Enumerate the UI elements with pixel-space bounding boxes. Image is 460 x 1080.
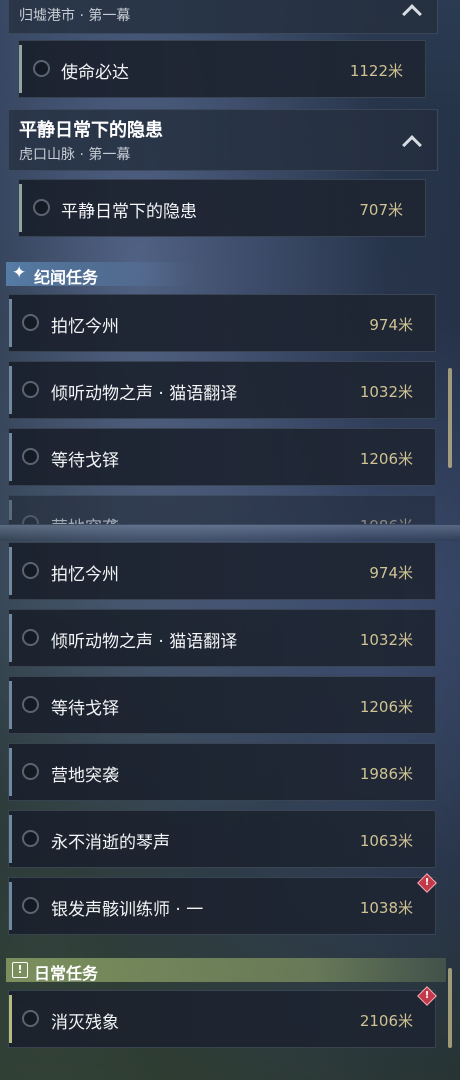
circle-icon bbox=[22, 1010, 39, 1027]
chapter-subtitle: 虎口山脉 · 第一幕 bbox=[19, 147, 131, 163]
side-quest-item[interactable]: 营地突袭 1986米 bbox=[8, 743, 436, 801]
quest-accent-bar bbox=[9, 815, 12, 863]
circle-icon bbox=[33, 199, 50, 216]
circle-icon bbox=[22, 515, 39, 524]
side-quest-item[interactable]: 等待戈铎 1206米 bbox=[8, 676, 436, 734]
scrollbar[interactable] bbox=[448, 968, 452, 1048]
quest-accent-bar bbox=[9, 500, 12, 520]
quest-accent-bar bbox=[9, 995, 12, 1043]
quest-distance: 1986米 bbox=[359, 765, 413, 783]
section-label-text: 纪闻任务 bbox=[34, 268, 99, 287]
quest-name: 倾听动物之声 · 猫语翻译 bbox=[51, 384, 238, 404]
scrollbar[interactable] bbox=[448, 368, 452, 468]
quest-name: 等待戈铎 bbox=[51, 699, 119, 719]
quest-distance: 1206米 bbox=[359, 698, 413, 716]
quest-accent-bar bbox=[9, 882, 12, 930]
quest-name: 使命必达 bbox=[61, 63, 129, 83]
quest-name: 拍忆今州 bbox=[51, 565, 119, 585]
circle-icon bbox=[22, 314, 39, 331]
chevron-up-icon[interactable] bbox=[402, 4, 422, 24]
quest-accent-bar bbox=[19, 184, 22, 232]
chapter-subtitle: 归墟港市 · 第一幕 bbox=[19, 8, 131, 24]
main-quest-item[interactable]: 平静日常下的隐患 707米 bbox=[18, 179, 426, 237]
exclamation-box-icon: ! bbox=[12, 962, 28, 978]
side-quest-item[interactable]: 营地突袭 1986米 bbox=[8, 495, 436, 525]
quest-distance: 1032米 bbox=[359, 631, 413, 649]
side-quest-item[interactable]: 拍忆今州 974米 bbox=[8, 542, 436, 600]
quest-name: 倾听动物之声 · 猫语翻译 bbox=[51, 632, 238, 652]
quest-distance: 1032米 bbox=[359, 383, 413, 401]
circle-icon bbox=[22, 696, 39, 713]
section-label-text: 日常任务 bbox=[34, 964, 99, 983]
circle-icon bbox=[33, 60, 50, 77]
quest-accent-bar bbox=[9, 299, 12, 347]
daily-quest-item[interactable]: 消灭残象 2106米 bbox=[8, 990, 436, 1048]
circle-icon bbox=[22, 629, 39, 646]
quest-name: 永不消逝的琴声 bbox=[51, 833, 170, 853]
quest-accent-bar bbox=[9, 547, 12, 595]
quest-name: 营地突袭 bbox=[51, 766, 119, 786]
circle-icon bbox=[22, 562, 39, 579]
quest-distance: 974米 bbox=[369, 316, 413, 334]
side-quest-item[interactable]: 倾听动物之声 · 猫语翻译 1032米 bbox=[8, 361, 436, 419]
circle-icon bbox=[22, 830, 39, 847]
quest-accent-bar bbox=[9, 366, 12, 414]
quest-distance: 1063米 bbox=[359, 832, 413, 850]
circle-icon bbox=[22, 381, 39, 398]
side-quest-item[interactable]: 银发声骸训练师 · 一 1038米 bbox=[8, 877, 436, 935]
quest-distance: 1038米 bbox=[359, 899, 413, 917]
quest-accent-bar bbox=[9, 748, 12, 796]
circle-icon bbox=[22, 897, 39, 914]
main-quest-item[interactable]: 使命必达 1122米 bbox=[18, 40, 426, 98]
side-quest-item[interactable]: 等待戈铎 1206米 bbox=[8, 428, 436, 486]
quest-distance: 974米 bbox=[369, 564, 413, 582]
side-quest-item[interactable]: 永不消逝的琴声 1063米 bbox=[8, 810, 436, 868]
side-quest-item[interactable]: 拍忆今州 974米 bbox=[8, 294, 436, 352]
quest-name: 等待戈铎 bbox=[51, 451, 119, 471]
section-label-side-quests: ✦ 纪闻任务 bbox=[6, 262, 196, 287]
chevron-up-icon[interactable] bbox=[402, 135, 422, 155]
circle-icon bbox=[22, 448, 39, 465]
quest-distance: 1206米 bbox=[359, 450, 413, 468]
quest-accent-bar bbox=[9, 614, 12, 662]
section-label-daily: ! 日常任务 bbox=[6, 958, 446, 983]
chapter-header[interactable]: 平静日常下的隐患 虎口山脉 · 第一幕 bbox=[8, 109, 438, 171]
circle-icon bbox=[22, 763, 39, 780]
quest-accent-bar bbox=[9, 433, 12, 481]
side-quest-item[interactable]: 倾听动物之声 · 猫语翻译 1032米 bbox=[8, 609, 436, 667]
quest-distance: 2106米 bbox=[359, 1012, 413, 1030]
sparkle-icon: ✦ bbox=[12, 263, 27, 283]
quest-distance: 1986米 bbox=[360, 515, 413, 524]
quest-name: 消灭残象 bbox=[51, 1013, 119, 1033]
panel-divider bbox=[0, 525, 460, 541]
quest-name: 银发声骸训练师 · 一 bbox=[51, 900, 204, 920]
quest-name: 平静日常下的隐患 bbox=[61, 202, 197, 222]
quest-distance: 1122米 bbox=[349, 62, 403, 80]
quest-name: 拍忆今州 bbox=[51, 317, 119, 337]
quest-accent-bar bbox=[9, 681, 12, 729]
quest-distance: 707米 bbox=[359, 201, 403, 219]
chapter-header-partial[interactable]: 归墟港市 · 第一幕 bbox=[8, 0, 438, 34]
quest-accent-bar bbox=[19, 45, 22, 93]
quest-name: 营地突袭 bbox=[51, 513, 119, 524]
chapter-title: 平静日常下的隐患 bbox=[19, 120, 163, 141]
